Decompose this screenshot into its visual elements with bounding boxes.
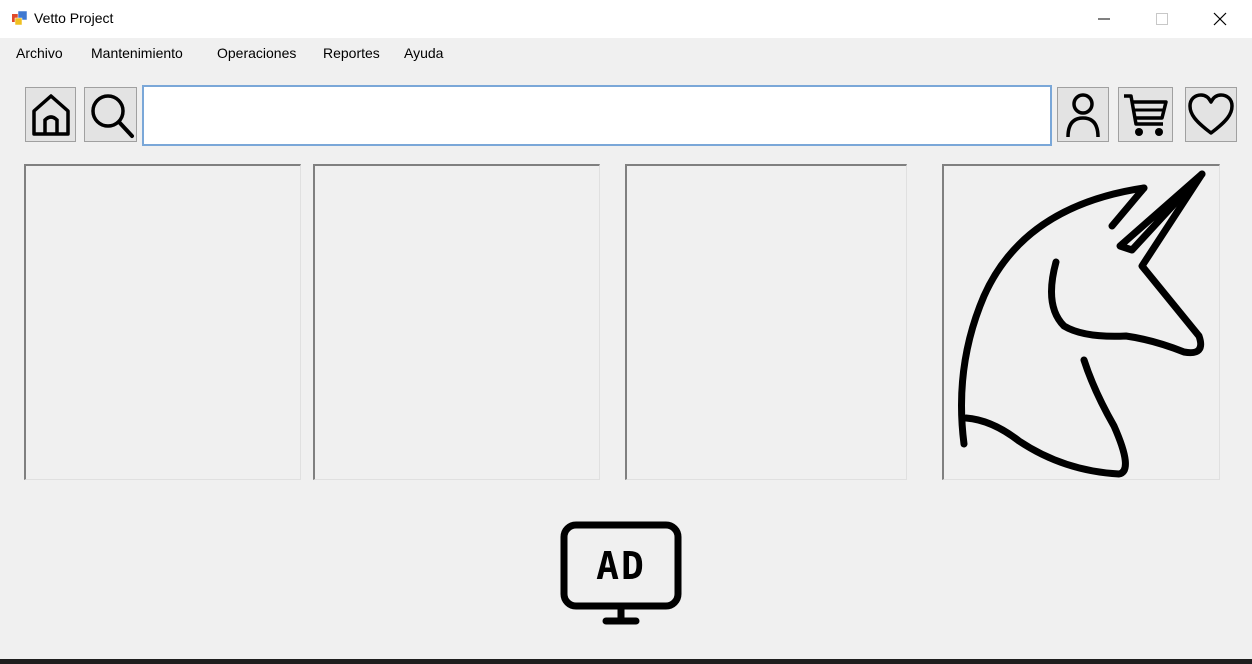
favorites-button[interactable] <box>1185 87 1237 142</box>
unicorn-icon <box>958 170 1206 478</box>
cart-icon <box>1123 93 1168 136</box>
menu-archivo[interactable]: Archivo <box>16 45 63 61</box>
search-icon <box>90 93 134 138</box>
menu-reportes[interactable]: Reportes <box>323 45 380 61</box>
title-bar: Vetto Project <box>0 0 1252 38</box>
menu-ayuda[interactable]: Ayuda <box>404 45 443 61</box>
product-panel-4[interactable] <box>942 164 1220 480</box>
product-panel-3[interactable] <box>625 164 907 480</box>
ad-label: AD <box>596 544 646 588</box>
window-title: Vetto Project <box>34 10 114 26</box>
ad-banner[interactable]: AD <box>560 520 682 628</box>
search-button[interactable] <box>84 87 137 142</box>
product-panel-2[interactable] <box>313 164 600 480</box>
menu-bar: Archivo Mantenimiento Operaciones Report… <box>0 38 1252 68</box>
search-input[interactable] <box>142 85 1052 146</box>
maximize-button[interactable] <box>1133 0 1191 38</box>
close-button[interactable] <box>1191 0 1249 38</box>
product-panel-1[interactable] <box>24 164 301 480</box>
close-icon <box>1213 12 1227 26</box>
home-button[interactable] <box>25 87 76 142</box>
app-icon <box>12 10 28 26</box>
user-button[interactable] <box>1057 87 1109 142</box>
home-icon <box>31 93 70 136</box>
window-bottom-border <box>0 659 1252 664</box>
minimize-button[interactable] <box>1075 0 1133 38</box>
heart-icon <box>1188 92 1234 135</box>
menu-mantenimiento[interactable]: Mantenimiento <box>91 45 183 61</box>
cart-button[interactable] <box>1118 87 1173 142</box>
minimize-icon <box>1098 18 1110 20</box>
menu-operaciones[interactable]: Operaciones <box>217 45 296 61</box>
maximize-icon <box>1156 13 1168 25</box>
user-icon <box>1066 92 1100 137</box>
